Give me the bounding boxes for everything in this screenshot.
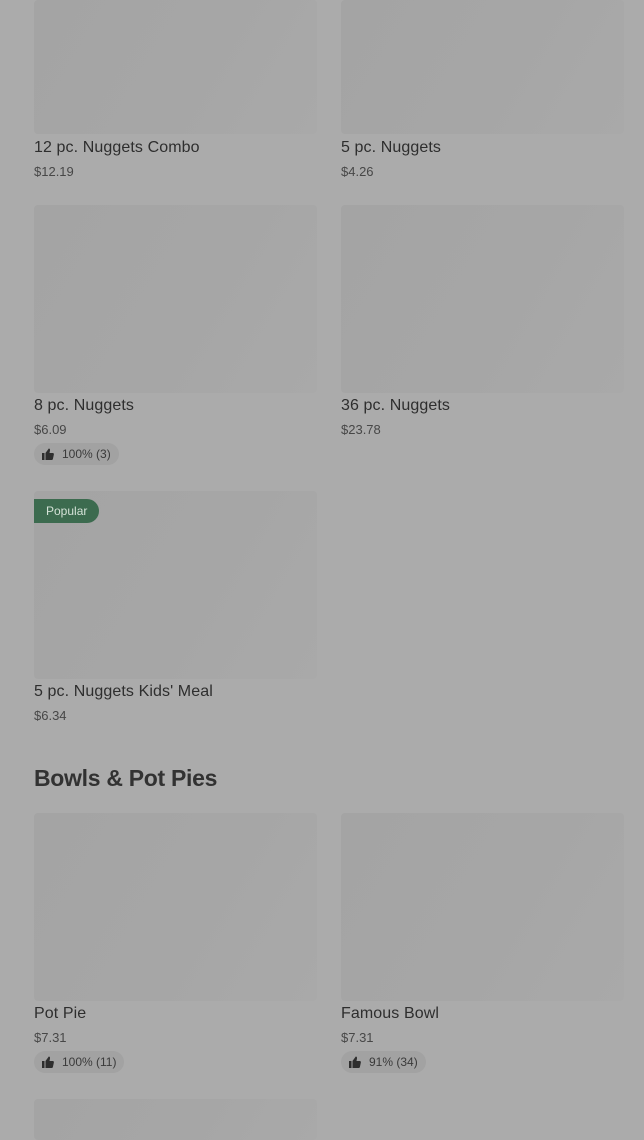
section-title: Bowls & Pot Pies (34, 765, 218, 791)
rating-pill: 91% (34) (341, 1051, 426, 1073)
item-name: 5 pc. Nuggets Kids' Meal (34, 683, 213, 700)
item-name: 5 pc. Nuggets (341, 139, 442, 156)
item-price: $7.31 (34, 1030, 67, 1045)
popular-badge: Popular (34, 499, 100, 523)
item-name: 12 pc. Nuggets Combo (34, 139, 200, 156)
item-image (34, 1099, 317, 1140)
item-name: Famous Bowl (341, 1005, 440, 1022)
rating-text: 100% (3) (62, 447, 111, 461)
item-name: 36 pc. Nuggets (341, 397, 451, 414)
item-image (34, 205, 317, 393)
item-image (341, 205, 624, 393)
item-image (34, 813, 317, 1001)
rating-text: 100% (11) (62, 1055, 117, 1069)
item-image (34, 0, 317, 134)
item-price: $7.31 (341, 1030, 374, 1045)
rating-pill: 100% (11) (34, 1051, 125, 1073)
rating-text: 91% (34) (369, 1055, 418, 1069)
thumbs-up-icon (42, 1056, 54, 1068)
item-image (341, 0, 624, 134)
item-image (341, 813, 624, 1001)
thumbs-up-icon (42, 448, 54, 460)
item-price: $4.26 (341, 164, 374, 179)
item-name: 8 pc. Nuggets (34, 397, 135, 414)
rating-pill: 100% (3) (34, 443, 119, 465)
item-price: $12.19 (34, 164, 74, 179)
item-name: Pot Pie (34, 1005, 87, 1022)
thumbs-up-icon (349, 1056, 361, 1068)
item-price: $23.78 (341, 422, 381, 437)
item-price: $6.09 (34, 422, 67, 437)
item-price: $6.34 (34, 708, 67, 723)
